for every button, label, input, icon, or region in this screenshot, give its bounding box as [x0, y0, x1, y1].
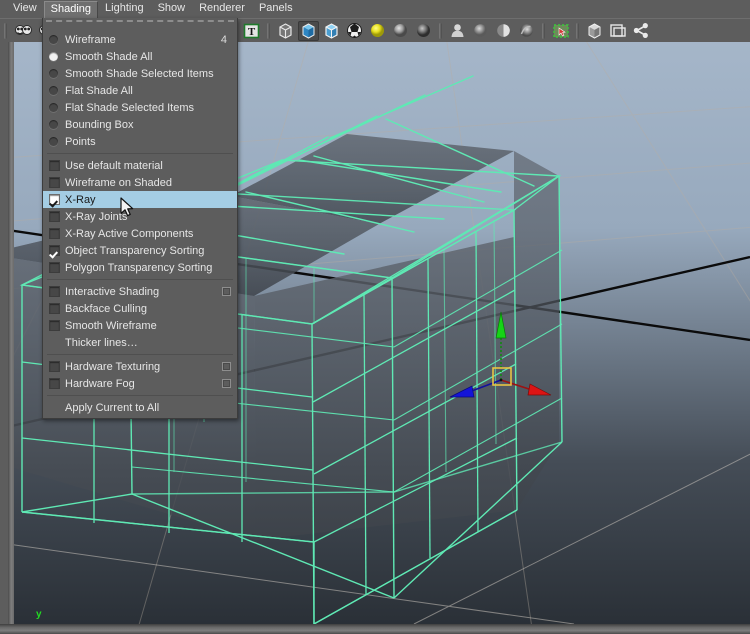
- menu-item-points[interactable]: Points: [43, 133, 237, 150]
- screen-space-ao-icon[interactable]: [447, 21, 468, 41]
- checkbox-icon[interactable]: [49, 262, 65, 273]
- option-box-icon[interactable]: [222, 287, 231, 296]
- viewport-axis-label: y: [36, 609, 42, 620]
- sphere-dark-icon[interactable]: [413, 21, 434, 41]
- menu-lighting[interactable]: Lighting: [98, 0, 151, 18]
- toolbar-separator: [540, 22, 547, 40]
- menu-item-thicker-lines[interactable]: Thicker lines…: [43, 334, 237, 351]
- shortcut-label: 4: [220, 33, 227, 46]
- sphere-grey-icon[interactable]: [390, 21, 411, 41]
- toolbar-separator: [2, 22, 9, 40]
- menu-tearoff-handle[interactable]: [46, 20, 234, 29]
- menu-item-apply-current-to-all[interactable]: Apply Current to All: [43, 399, 237, 416]
- radio-icon: [49, 86, 65, 95]
- multisample-aa-icon[interactable]: [493, 21, 514, 41]
- cube-outline-icon[interactable]: [607, 21, 628, 41]
- checkbox-icon[interactable]: [49, 378, 65, 389]
- share-node-icon[interactable]: [630, 21, 651, 41]
- svg-text:T: T: [248, 26, 256, 38]
- checkbox-icon[interactable]: [49, 211, 65, 222]
- depth-of-field-icon[interactable]: [516, 21, 537, 41]
- checkbox-icon[interactable]: [49, 160, 65, 171]
- menu-item-backface-culling[interactable]: Backface Culling: [43, 300, 237, 317]
- menu-item-object-transparency-sorting[interactable]: Object Transparency Sorting: [43, 242, 237, 259]
- checker-sphere-icon[interactable]: [344, 21, 365, 41]
- menu-separator: [47, 153, 233, 154]
- menu-panels[interactable]: Panels: [252, 0, 300, 18]
- radio-icon: [49, 103, 65, 112]
- menu-item-use-default-material[interactable]: Use default material: [43, 157, 237, 174]
- smooth-shade-wire-icon[interactable]: [321, 21, 342, 41]
- motion-blur-icon[interactable]: [470, 21, 491, 41]
- menu-renderer[interactable]: Renderer: [192, 0, 252, 18]
- menu-shading[interactable]: Shading: [43, 0, 99, 18]
- option-box-icon[interactable]: [222, 362, 231, 371]
- checkbox-icon[interactable]: [49, 361, 65, 372]
- smooth-shade-all-icon[interactable]: [298, 20, 319, 41]
- toolbar-separator: [265, 22, 272, 40]
- menu-item-polygon-transparency-sorting[interactable]: Polygon Transparency Sorting: [43, 259, 237, 276]
- menu-item-smooth-wireframe[interactable]: Smooth Wireframe: [43, 317, 237, 334]
- menu-item-x-ray[interactable]: X-Ray: [43, 191, 237, 208]
- menu-item-interactive-shading[interactable]: Interactive Shading: [43, 283, 237, 300]
- menu-separator: [47, 354, 233, 355]
- maya-viewport-window: View Shading Lighting Show Renderer Pane…: [0, 0, 750, 634]
- text-display-icon[interactable]: T: [241, 21, 262, 41]
- toolbar-separator: [574, 22, 581, 40]
- cube-xray-icon[interactable]: [584, 21, 605, 41]
- radio-icon: [49, 52, 65, 61]
- checkbox-icon[interactable]: [49, 303, 65, 314]
- checkbox-icon[interactable]: [49, 177, 65, 188]
- menu-bar: View Shading Lighting Show Renderer Pane…: [0, 0, 750, 18]
- menu-item-flat-shade-all[interactable]: Flat Shade All: [43, 82, 237, 99]
- menu-item-hardware-fog[interactable]: Hardware Fog: [43, 375, 237, 392]
- menu-item-x-ray-active-components[interactable]: X-Ray Active Components: [43, 225, 237, 242]
- wireframe-shading-icon[interactable]: [275, 21, 296, 41]
- menu-item-bounding-box[interactable]: Bounding Box: [43, 116, 237, 133]
- shading-dropdown-menu: Wireframe 4 Smooth Shade All Smooth Shad…: [42, 18, 238, 419]
- option-box-icon[interactable]: [222, 379, 231, 388]
- checkbox-icon[interactable]: [49, 286, 65, 297]
- menu-view[interactable]: View: [6, 0, 44, 18]
- toolbar-separator: [437, 22, 444, 40]
- viewport-bottom-border: [0, 624, 750, 634]
- menu-item-hardware-texturing[interactable]: Hardware Texturing: [43, 358, 237, 375]
- radio-icon: [49, 137, 65, 146]
- checkbox-icon[interactable]: [49, 320, 65, 331]
- radio-icon: [49, 69, 65, 78]
- menu-separator: [47, 279, 233, 280]
- menu-item-wireframe-on-shaded[interactable]: Wireframe on Shaded: [43, 174, 237, 191]
- menu-separator: [47, 395, 233, 396]
- menu-item-wireframe[interactable]: Wireframe 4: [43, 31, 237, 48]
- radio-icon: [49, 35, 65, 44]
- menu-show[interactable]: Show: [151, 0, 193, 18]
- isolate-select-icon[interactable]: [12, 21, 33, 41]
- sphere-yellow-icon[interactable]: [367, 21, 388, 41]
- checkbox-icon[interactable]: [49, 245, 65, 256]
- menu-item-smooth-shade-selected-items[interactable]: Smooth Shade Selected Items: [43, 65, 237, 82]
- menu-item-smooth-shade-all[interactable]: Smooth Shade All: [43, 48, 237, 65]
- menu-item-x-ray-joints[interactable]: X-Ray Joints: [43, 208, 237, 225]
- checkbox-icon[interactable]: [49, 228, 65, 239]
- radio-icon: [49, 120, 65, 129]
- menu-item-flat-shade-selected-items[interactable]: Flat Shade Selected Items: [43, 99, 237, 116]
- isolate-selection-icon[interactable]: [550, 21, 571, 41]
- checkbox-icon[interactable]: [49, 194, 65, 205]
